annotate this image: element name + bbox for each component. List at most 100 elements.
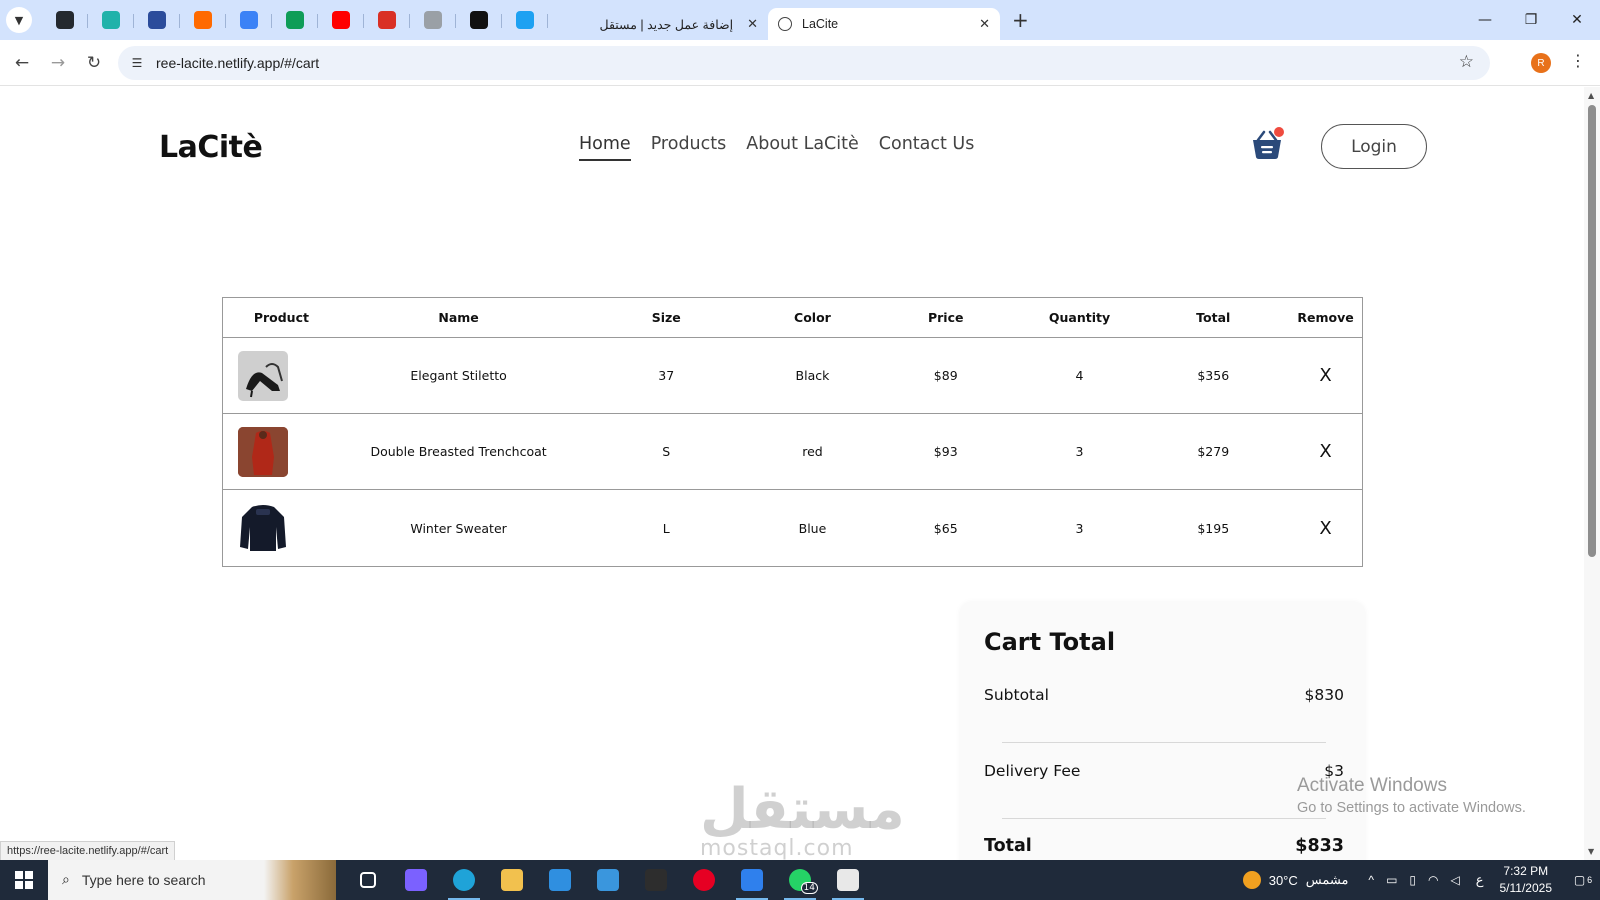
youtube-icon [332,11,350,29]
chevron-up-icon[interactable]: ^ [1368,873,1374,887]
mostaql-watermark: مستقل mostaql.com [700,777,905,860]
pinterest-icon [693,869,715,891]
taskbar-app[interactable] [584,860,632,900]
remove-item-button[interactable]: X [1289,518,1362,539]
pinned-tab[interactable] [410,5,456,35]
pinned-tab[interactable] [226,5,272,35]
tab-lacite[interactable]: LaCite ✕ [768,8,1000,40]
input-language[interactable]: ع [1476,872,1484,888]
page-scrollbar[interactable]: ▲ ▼ [1584,87,1600,860]
subtotal-label: Subtotal [984,686,1049,704]
main-nav: Home Products About LaCitè Contact Us [579,134,974,161]
notification-count: 6 [1587,875,1593,885]
meet-icon[interactable]: ▭ [1386,873,1397,887]
task-view-icon [360,872,376,888]
item-color: Black [795,368,830,383]
taskbar-app[interactable] [344,860,392,900]
close-tab-icon[interactable]: ✕ [747,16,758,32]
taskbar-app[interactable] [440,860,488,900]
taskbar-app[interactable] [488,860,536,900]
taskbar-app[interactable]: 14 [776,860,824,900]
scroll-down-icon[interactable]: ▼ [1588,847,1594,856]
bookmark-star-icon[interactable]: ☆ [1459,52,1474,72]
battery-icon[interactable]: ▯ [1409,873,1416,887]
table-row: Winter Sweater L Blue $65 3 $195 X [223,490,1362,566]
notification-center[interactable]: ▢ 6 [1566,873,1600,887]
browser-menu-icon[interactable]: ⋮ [1570,51,1586,70]
web-page: LaCitè Home Products About LaCitè Contac… [0,87,1584,860]
profile-avatar[interactable]: R [1531,53,1551,73]
product-image[interactable] [238,350,288,401]
pinned-tab[interactable] [502,5,548,35]
circle-app-icon [516,11,534,29]
restore-button[interactable]: ❐ [1508,0,1554,40]
new-tab-button[interactable]: + [1012,8,1029,32]
pinned-tab[interactable] [88,5,134,35]
site-info-icon[interactable]: ☰ [120,56,154,70]
search-highlight-image [264,860,336,900]
close-window-button[interactable]: ✕ [1554,0,1600,40]
pinned-tab[interactable] [42,5,88,35]
url-text[interactable]: ree-lacite.netlify.app/#/cart [156,55,319,71]
tab-search-button[interactable]: ▼ [6,7,32,33]
clock[interactable]: 7:32 PM 5/11/2025 [1500,863,1553,897]
taskbar-search[interactable]: ⌕ Type here to search [48,860,336,900]
item-name: Winter Sweater [410,520,507,536]
close-tab-icon[interactable]: ✕ [979,16,990,32]
volume-icon[interactable]: ◁ [1451,873,1460,887]
item-quantity: 3 [1075,444,1084,459]
item-color: Blue [798,520,827,536]
windows-taskbar: ⌕ Type here to search 14 30°C مشمس ^ ▭ ▯… [0,860,1600,900]
taskbar-app[interactable] [680,860,728,900]
product-image[interactable] [238,426,288,477]
sweater-image [240,505,286,551]
taskbar-app[interactable] [536,860,584,900]
nav-home[interactable]: Home [579,134,631,161]
pinned-tab[interactable] [272,5,318,35]
weather-widget[interactable]: 30°C مشمس [1242,871,1348,889]
delivery-row: Delivery Fee $3 [984,762,1344,780]
diamond-icon [102,11,120,29]
scroll-up-icon[interactable]: ▲ [1588,91,1594,100]
taskbar-app[interactable] [824,860,872,900]
table-header: Product Name Size Color Price Quantity T… [223,298,1362,338]
address-bar[interactable]: ☰ ree-lacite.netlify.app/#/cart ☆ [118,46,1490,80]
back-button[interactable]: ← [4,45,40,81]
sparkle-icon [240,11,258,29]
nav-products[interactable]: Products [651,134,727,161]
nav-about[interactable]: About LaCitè [746,134,859,161]
whatsapp-badge: 14 [800,882,818,894]
taskbar-app[interactable] [392,860,440,900]
item-total: $356 [1197,368,1230,383]
window-controls: — ❐ ✕ [1462,0,1600,40]
item-size: S [662,444,671,459]
start-button[interactable] [0,860,48,900]
taskbar-app[interactable] [728,860,776,900]
windows-logo-icon [15,871,33,889]
browser-toolbar: ← → ↻ ☰ ree-lacite.netlify.app/#/cart ☆ … [0,40,1600,86]
item-size: L [662,520,670,536]
cart-button[interactable] [1250,127,1284,161]
remove-item-button[interactable]: X [1289,365,1362,386]
pinned-tab[interactable] [180,5,226,35]
pinned-tab[interactable] [456,5,502,35]
login-button[interactable]: Login [1321,124,1427,169]
product-image[interactable] [238,503,288,553]
pinned-tab[interactable] [318,5,364,35]
col-size: Size [651,310,681,325]
site-logo[interactable]: LaCitè [159,130,263,165]
pinned-tab[interactable] [364,5,410,35]
nav-contact[interactable]: Contact Us [879,134,975,161]
tab-mostaql[interactable]: إضافة عمل جديد | مستقل ✕ [548,8,768,40]
reload-button[interactable]: ↻ [76,45,112,81]
openai-icon [470,11,488,29]
browser-tab-strip: ▼ إضافة عمل جديد | مستقل ✕ LaCite ✕ + — … [0,0,1600,40]
scrollbar-thumb[interactable] [1588,105,1596,557]
forward-button[interactable]: → [40,45,76,81]
pinned-tab[interactable] [134,5,180,35]
item-price: $93 [933,444,958,459]
taskbar-app[interactable] [632,860,680,900]
remove-item-button[interactable]: X [1289,441,1362,462]
minimize-button[interactable]: — [1462,0,1508,40]
wifi-icon[interactable]: ◠ [1428,873,1438,887]
